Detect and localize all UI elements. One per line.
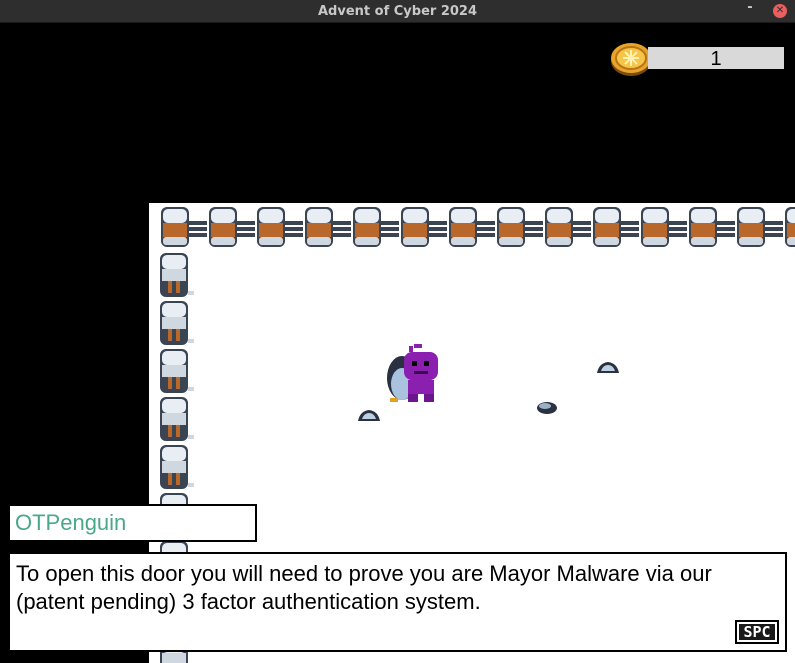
- rock-icon: [537, 402, 557, 414]
- rock-icon: [358, 410, 380, 421]
- speaker-nameplate: OTPenguin: [8, 504, 257, 542]
- coin-counter: 1: [648, 47, 784, 70]
- rock-icon: [597, 362, 619, 373]
- purple-character-icon: [404, 344, 438, 402]
- gold-coin-icon: [611, 43, 651, 76]
- window-title: Advent of Cyber 2024: [317, 3, 478, 19]
- speaker-name: OTPenguin: [15, 510, 127, 535]
- window-titlebar[interactable]: Advent of Cyber 2024 - ✕: [0, 0, 795, 23]
- player-character[interactable]: [384, 344, 442, 404]
- game-viewport[interactable]: 1 OTPenguin To open this door you will n…: [0, 23, 795, 663]
- close-icon[interactable]: ✕: [773, 4, 787, 18]
- fence-top: [161, 207, 795, 247]
- minimize-icon[interactable]: -: [743, 1, 757, 17]
- continue-spc-button[interactable]: SPC: [735, 620, 779, 644]
- dialogue-box[interactable]: To open this door you will need to prove…: [8, 552, 787, 652]
- dialogue-text: To open this door you will need to prove…: [16, 561, 712, 614]
